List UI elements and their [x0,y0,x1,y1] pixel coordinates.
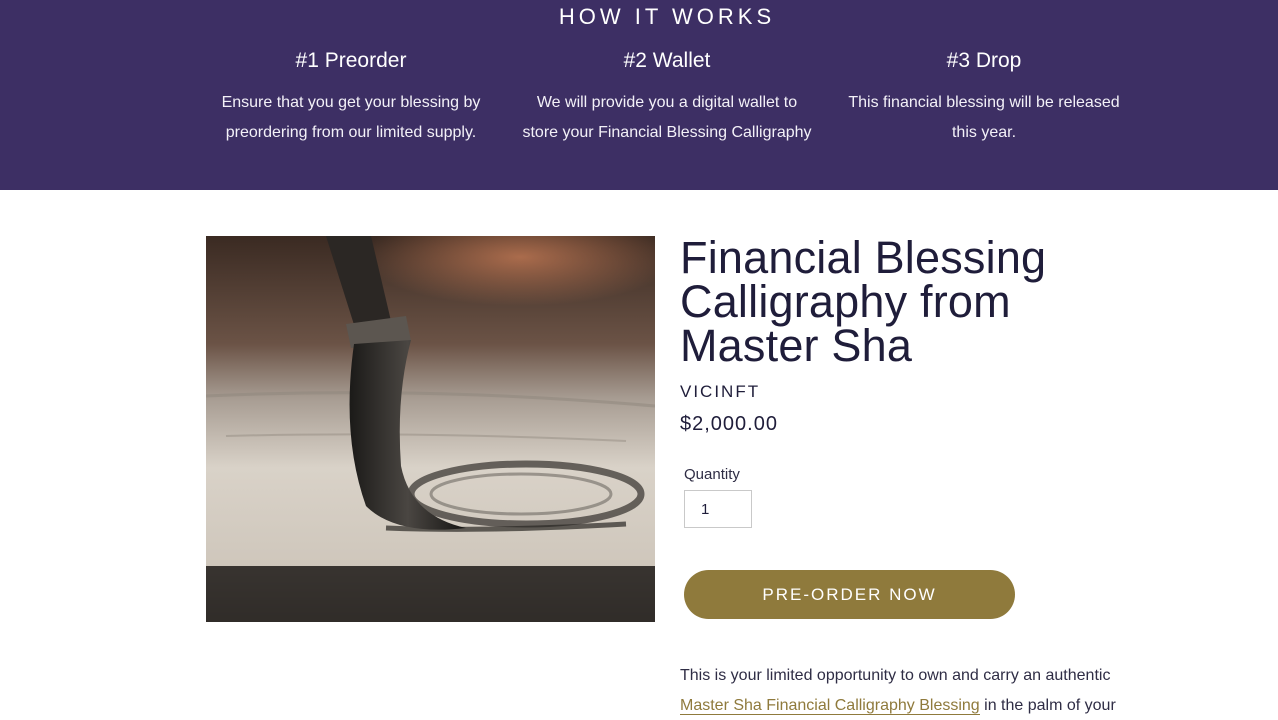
step-heading: #3 Drop [946,49,1022,72]
how-it-works-title: HOW IT WORKS [558,4,776,29]
quantity-label: Quantity [684,466,740,483]
master-sha-blessing-link[interactable]: Master Sha Financial Calligraphy Blessin… [680,697,980,715]
description-text: This is your limited opportunity to own … [680,667,1111,684]
calligraphy-brush-image [206,236,655,622]
step-text: This financial blessing will be released… [848,94,1120,141]
product-price: $2,000.00 [680,413,778,435]
product-info: Financial Blessing Calligraphy from Mast… [680,232,1150,436]
product-image[interactable] [206,236,655,622]
step-heading: #2 Wallet [623,49,711,72]
step-text: We will provide you a digital wallet to … [522,94,812,141]
product-vendor: VICINFT [680,382,761,401]
step-preorder: #1 Preorder Ensure that you get your ble… [201,48,501,148]
step-text: Ensure that you get your blessing by pre… [221,94,481,141]
pre-order-button[interactable]: PRE-ORDER NOW [684,570,1015,619]
step-drop: #3 Drop This financial blessing will be … [834,48,1134,148]
quantity-input[interactable] [684,490,752,528]
product-title: Financial Blessing Calligraphy from Mast… [680,232,1047,371]
how-it-works-section: HOW IT WORKS #1 Preorder Ensure that you… [0,0,1278,190]
product-description: This is your limited opportunity to own … [680,661,1150,720]
step-heading: #1 Preorder [295,49,407,72]
step-wallet: #2 Wallet We will provide you a digital … [517,48,817,148]
